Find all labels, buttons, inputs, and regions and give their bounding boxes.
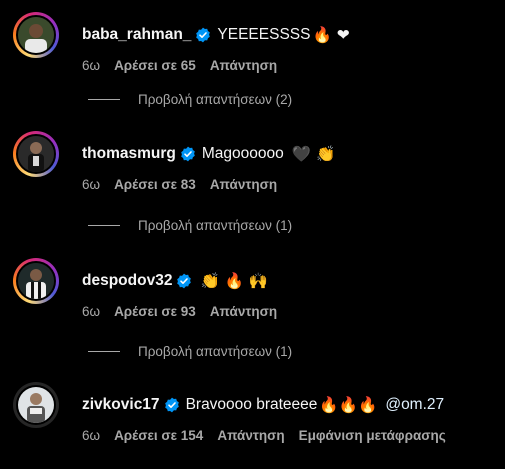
story-ring[interactable] xyxy=(13,131,59,177)
username[interactable]: despodov32 xyxy=(82,272,172,290)
divider-line xyxy=(88,351,120,352)
verified-badge-icon xyxy=(177,273,192,289)
comment-time[interactable]: 6ω xyxy=(82,304,100,319)
comment-text: Magoooooo xyxy=(201,145,284,162)
comment-text: Bravoooo brateeee xyxy=(185,396,318,413)
likes-count[interactable]: Αρέσει σε 93 xyxy=(114,304,196,319)
comment-text: YEEEESSSS xyxy=(217,26,311,43)
story-ring[interactable] xyxy=(13,258,59,304)
see-translation-button[interactable]: Εμφάνιση μετάφρασης xyxy=(299,428,446,443)
story-ring[interactable] xyxy=(13,12,59,58)
divider-line xyxy=(88,225,120,226)
view-replies-button[interactable]: Προβολή απαντήσεων (1) xyxy=(88,344,292,359)
verified-badge-icon xyxy=(196,27,211,43)
reply-button[interactable]: Απάντηση xyxy=(210,304,277,319)
mention-link[interactable]: @om.27 xyxy=(385,396,444,414)
reply-button[interactable]: Απάντηση xyxy=(210,58,277,73)
avatar[interactable] xyxy=(16,15,56,55)
comment-emojis: 🔥🔥🔥 xyxy=(319,396,378,414)
likes-count[interactable]: Αρέσει σε 65 xyxy=(114,58,196,73)
comment-time[interactable]: 6ω xyxy=(82,58,100,73)
view-replies-label: Προβολή απαντήσεων (2) xyxy=(138,92,293,107)
avatar[interactable] xyxy=(16,261,56,301)
likes-count[interactable]: Αρέσει σε 154 xyxy=(114,428,203,443)
avatar[interactable] xyxy=(16,134,56,174)
comment-emojis: 👏 🔥 🙌 xyxy=(200,272,269,290)
avatar[interactable] xyxy=(16,385,56,425)
comment-time[interactable]: 6ω xyxy=(82,428,100,443)
comment-emojis: 🔥 ❤ xyxy=(312,26,350,44)
view-replies-label: Προβολή απαντήσεων (1) xyxy=(138,344,293,359)
username[interactable]: baba_rahman_ xyxy=(82,26,191,44)
divider-line xyxy=(88,99,120,100)
username[interactable]: zivkovic17 xyxy=(82,396,160,414)
view-replies-label: Προβολή απαντήσεων (1) xyxy=(138,218,293,233)
avatar-ring[interactable] xyxy=(13,382,59,428)
comment-item: despodov32 👏 🔥 🙌 6ω Αρέσει σε 93 Απάντησ… xyxy=(13,258,498,319)
comment-time[interactable]: 6ω xyxy=(82,177,100,192)
username[interactable]: thomasmurg xyxy=(82,145,176,163)
view-replies-button[interactable]: Προβολή απαντήσεων (2) xyxy=(88,92,292,107)
verified-badge-icon xyxy=(164,397,179,413)
verified-badge-icon xyxy=(181,146,195,162)
reply-button[interactable]: Απάντηση xyxy=(210,177,277,192)
comment-item: zivkovic17 Bravoooo brateeee 🔥🔥🔥 @om.27 … xyxy=(13,382,498,443)
view-replies-button[interactable]: Προβολή απαντήσεων (1) xyxy=(88,218,292,233)
comment-item: thomasmurg Magoooooo 🖤 👏 6ω Αρέσει σε 83… xyxy=(13,131,498,192)
comment-emojis: 🖤 👏 xyxy=(291,145,336,163)
likes-count[interactable]: Αρέσει σε 83 xyxy=(114,177,196,192)
reply-button[interactable]: Απάντηση xyxy=(217,428,284,443)
comment-item: baba_rahman_ YEEEESSSS 🔥 ❤ 6ω Αρέσει σε … xyxy=(13,12,498,73)
